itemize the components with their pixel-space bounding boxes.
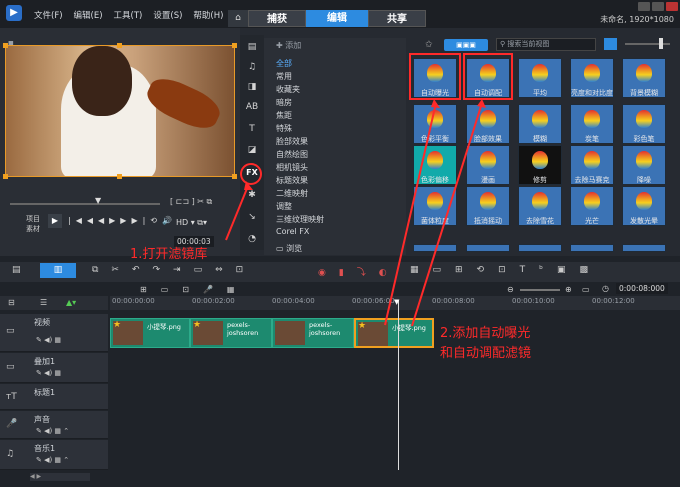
arrow-head xyxy=(431,99,440,108)
arrow-head xyxy=(477,99,486,108)
arrow-to-auto-adjust xyxy=(411,102,483,327)
annotation-step1: 1.打开滤镜库 xyxy=(130,247,208,262)
arrow-to-filter-library xyxy=(225,185,249,241)
arrow-head xyxy=(244,181,253,190)
arrow-to-auto-exposure xyxy=(384,102,437,326)
annotation-step2-line1: 2.添加自动曝光 xyxy=(440,326,531,341)
annotation-step2-line2: 和自动调配滤镜 xyxy=(440,346,532,361)
annotation-arrows xyxy=(225,99,486,327)
